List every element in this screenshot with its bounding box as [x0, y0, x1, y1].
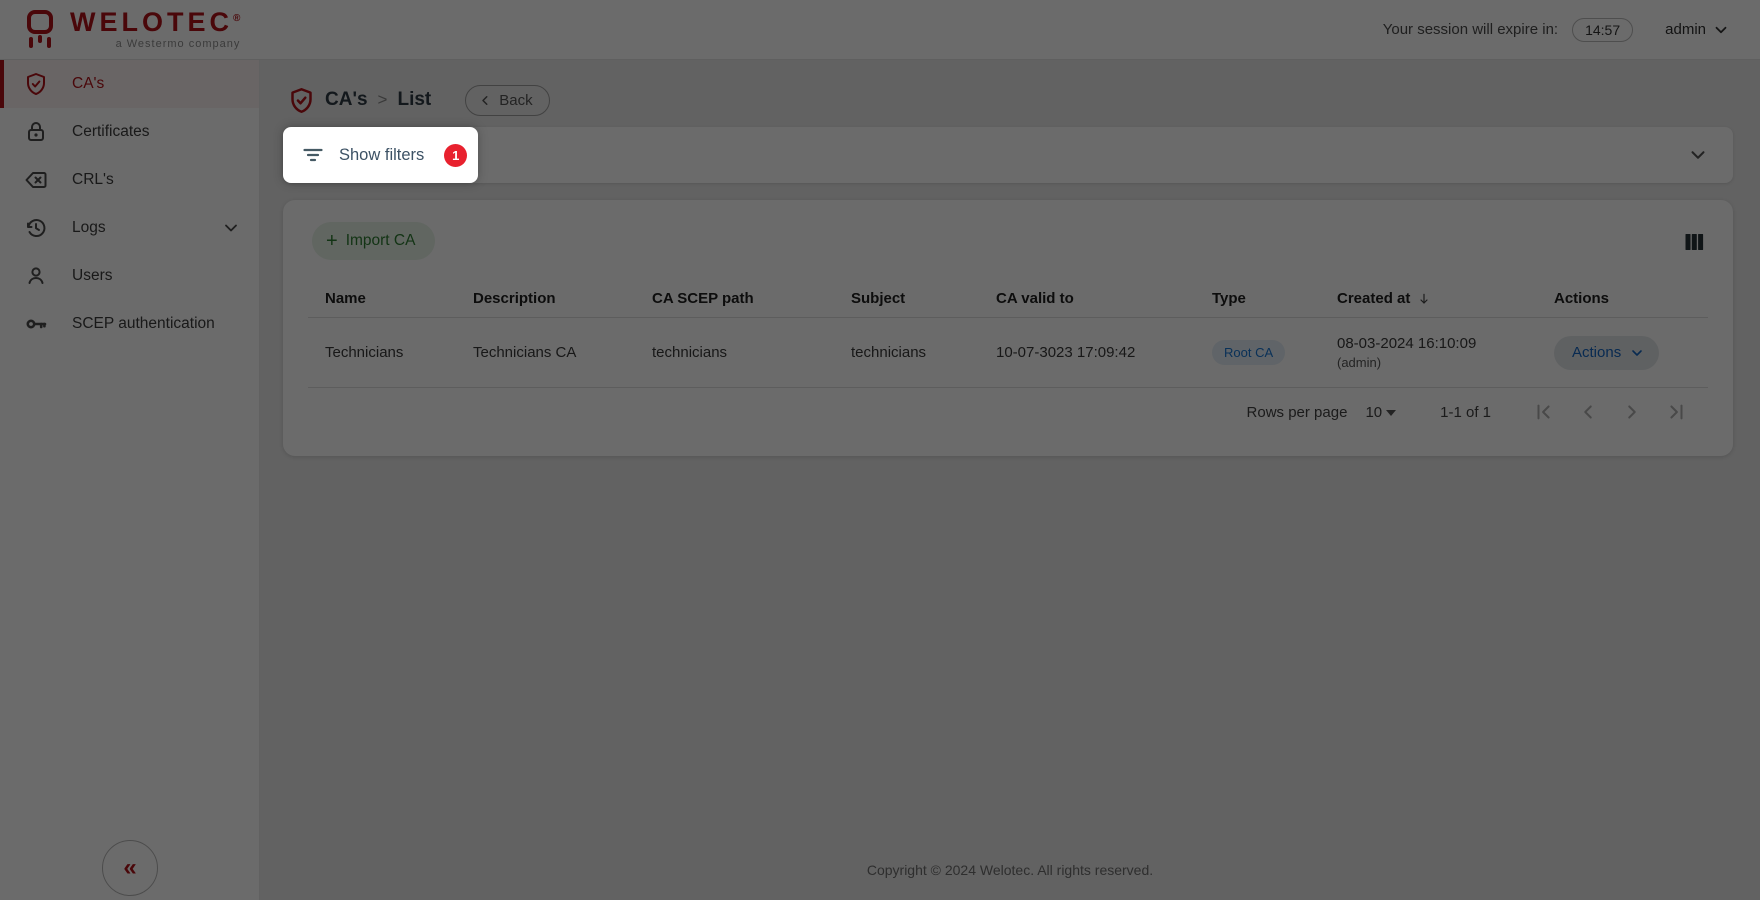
show-filters-button[interactable]: Show filters 1: [283, 143, 478, 167]
dim-overlay[interactable]: [0, 0, 1760, 900]
show-filters-label: Show filters: [339, 146, 424, 165]
filter-count-badge: 1: [444, 144, 467, 167]
show-filters-spotlight: Show filters 1: [283, 127, 478, 183]
filter-list-icon: [301, 143, 325, 167]
